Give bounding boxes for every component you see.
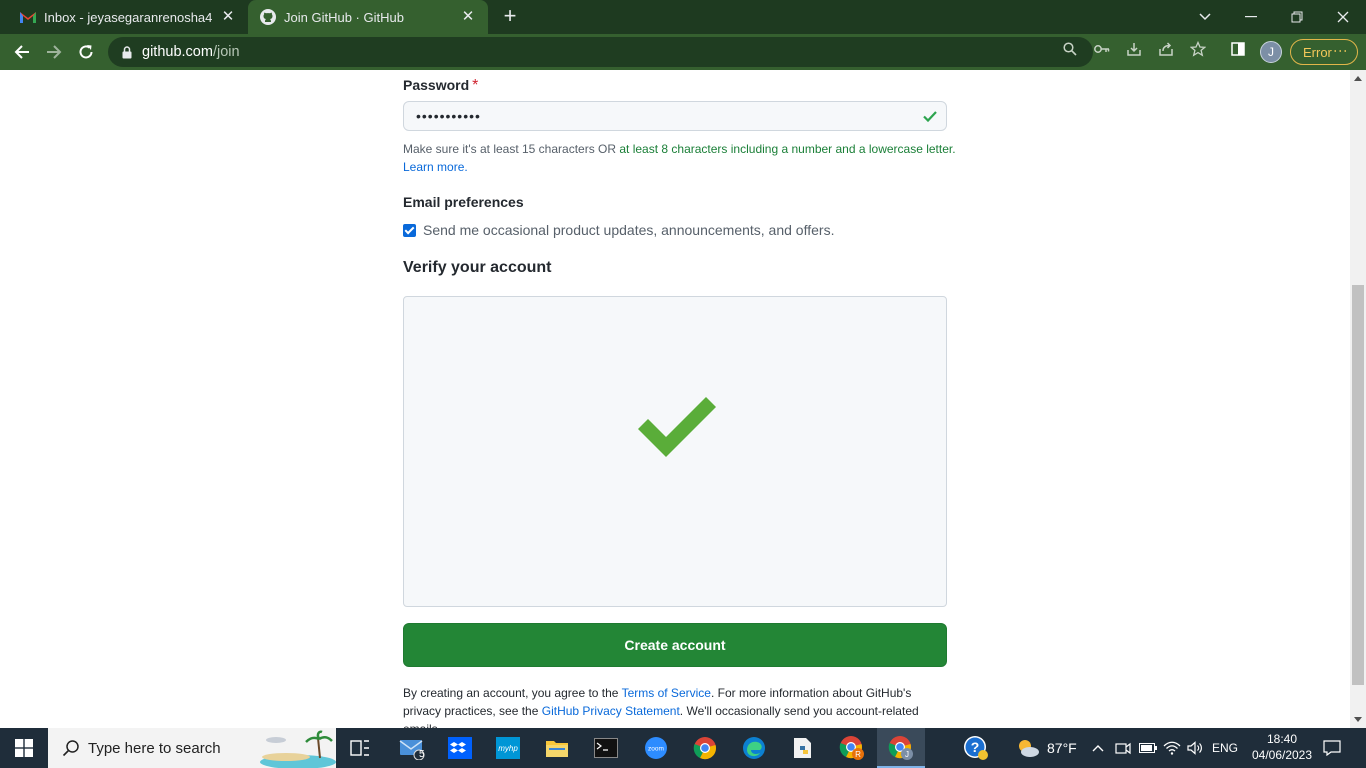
terminal-icon[interactable] (592, 734, 620, 762)
browser-tabstrip: Inbox - jeyasegaranrenosha4@gmail.com ✕ … (0, 0, 1366, 34)
myhp-icon[interactable]: myhp (494, 734, 522, 762)
scroll-up-arrow-icon[interactable] (1354, 76, 1362, 81)
email-preferences-option[interactable]: Send me occasional product updates, anno… (403, 222, 834, 238)
hint-requirement: at least 8 characters including a number… (619, 142, 956, 156)
password-label-row: Password * (403, 77, 947, 95)
browser-toolbar: github.com/join J Error ⋮ (0, 34, 1366, 70)
clock-date: 04/06/2023 (1251, 748, 1313, 762)
python-files-icon[interactable] (789, 734, 817, 762)
mail-icon[interactable]: 5 (398, 734, 426, 762)
mail-badge-count: 5 (419, 749, 425, 760)
partly-sunny-icon (1019, 740, 1039, 757)
weather-temperature: 87°F (1047, 740, 1077, 756)
new-tab-button[interactable]: + (498, 5, 522, 29)
chrome-icon[interactable] (691, 734, 719, 762)
install-app-icon[interactable] (1126, 41, 1142, 57)
svg-text:R: R (855, 750, 861, 759)
email-preferences-heading: Email preferences (403, 194, 524, 210)
file-explorer-icon[interactable] (543, 734, 571, 762)
tab-title: Inbox - jeyasegaranrenosha4@gmail.com (44, 9, 212, 25)
email-preferences-heading-row: Email preferences (403, 194, 947, 212)
search-highlight-beach-icon (260, 730, 336, 768)
input-language[interactable]: ENG (1212, 728, 1238, 768)
minimize-icon[interactable] (1228, 0, 1274, 34)
privacy-statement-link[interactable]: GitHub Privacy Statement (542, 704, 680, 718)
page-scrollbar[interactable] (1350, 70, 1366, 728)
valid-check-icon (923, 111, 937, 123)
lock-icon[interactable] (120, 45, 134, 59)
search-placeholder: Type here to search (88, 739, 221, 757)
more-menu-icon[interactable]: ⋮ (1333, 44, 1349, 57)
github-icon (260, 9, 276, 25)
password-value: ••••••••••• (416, 108, 481, 124)
bookmark-star-icon[interactable] (1190, 41, 1206, 57)
show-hidden-icons-chevron-icon[interactable] (1092, 728, 1104, 768)
verified-checkmark-icon (638, 397, 716, 457)
address-bar[interactable]: github.com/join (108, 37, 1093, 67)
taskbar-search-box[interactable]: Type here to search (48, 728, 336, 768)
dropbox-icon[interactable] (446, 734, 474, 762)
zoom-icon[interactable]: zoom (642, 734, 670, 762)
create-account-button[interactable]: Create account (403, 623, 947, 667)
notifications-icon[interactable] (1323, 728, 1341, 768)
zoom-search-icon[interactable] (1062, 41, 1078, 57)
email-updates-label: Send me occasional product updates, anno… (423, 222, 835, 238)
side-panel-icon[interactable] (1230, 41, 1246, 57)
password-label: Password (403, 77, 470, 93)
help-icon[interactable]: ? (962, 734, 990, 762)
close-tab-icon[interactable]: ✕ (220, 9, 236, 25)
task-view-icon[interactable] (346, 734, 374, 762)
legal-notice: By creating an account, you agree to the… (403, 684, 923, 728)
clock-time: 18:40 (1266, 732, 1298, 746)
meet-now-icon[interactable] (1115, 728, 1131, 768)
required-asterisk: * (472, 77, 479, 94)
close-tab-icon[interactable]: ✕ (460, 9, 476, 25)
browser-error-button[interactable]: Error ⋮ (1290, 39, 1358, 65)
chrome-profile-r-icon[interactable]: R (838, 734, 866, 762)
svg-text:J: J (905, 750, 909, 759)
tab-title: Join GitHub · GitHub (284, 9, 404, 25)
wifi-icon[interactable] (1163, 728, 1181, 768)
scroll-down-arrow-icon[interactable] (1354, 717, 1362, 722)
github-join-page: Password * ••••••••••• Make sure it's at … (0, 70, 1350, 728)
forward-arrow-icon[interactable] (40, 38, 68, 66)
password-hint: Make sure it's at least 15 characters OR… (403, 140, 963, 176)
error-label: Error (1303, 44, 1332, 60)
search-icon (62, 740, 79, 757)
windows-start-icon[interactable] (0, 728, 48, 768)
email-updates-checkbox[interactable] (403, 223, 416, 237)
key-icon[interactable] (1094, 41, 1110, 57)
tab-search-chevron-icon[interactable] (1182, 0, 1228, 34)
legal-text-1: By creating an account, you agree to the (403, 686, 622, 700)
volume-icon[interactable] (1187, 728, 1203, 768)
tab-gmail-inbox[interactable]: Inbox - jeyasegaranrenosha4@gmail.com ✕ (8, 0, 248, 34)
hint-prefix: Make sure it's at least 15 characters OR (403, 142, 620, 156)
system-clock[interactable]: 18:40 04/06/2023 (1244, 731, 1320, 763)
url-text: github.com/join (142, 44, 240, 60)
edge-icon[interactable] (740, 734, 768, 762)
captcha-verification-panel (403, 296, 947, 607)
battery-icon[interactable] (1139, 728, 1157, 768)
svg-text:zoom: zoom (648, 746, 664, 753)
windows-taskbar: Type here to search 5 myhp zoom R J ? 87… (0, 728, 1366, 768)
restore-icon[interactable] (1274, 0, 1320, 34)
profile-avatar[interactable]: J (1260, 41, 1282, 63)
svg-text:myhp: myhp (498, 744, 518, 753)
url-host: github.com (142, 44, 213, 60)
verify-account-heading: Verify your account (403, 259, 552, 276)
tab-join-github[interactable]: Join GitHub · GitHub ✕ (248, 0, 488, 34)
share-icon[interactable] (1158, 41, 1174, 57)
url-path: /join (212, 44, 240, 60)
gmail-icon (20, 9, 36, 25)
weather-widget[interactable]: 87°F (1016, 728, 1077, 768)
scrollbar-thumb[interactable] (1352, 285, 1364, 685)
back-arrow-icon[interactable] (8, 38, 36, 66)
svg-text:?: ? (971, 739, 980, 755)
terms-of-service-link[interactable]: Terms of Service (622, 686, 711, 700)
password-input[interactable]: ••••••••••• (403, 101, 947, 131)
chrome-profile-j-icon[interactable]: J (877, 728, 925, 768)
reload-icon[interactable] (72, 38, 100, 66)
close-window-icon[interactable] (1320, 0, 1366, 34)
learn-more-link[interactable]: Learn more. (403, 160, 468, 174)
